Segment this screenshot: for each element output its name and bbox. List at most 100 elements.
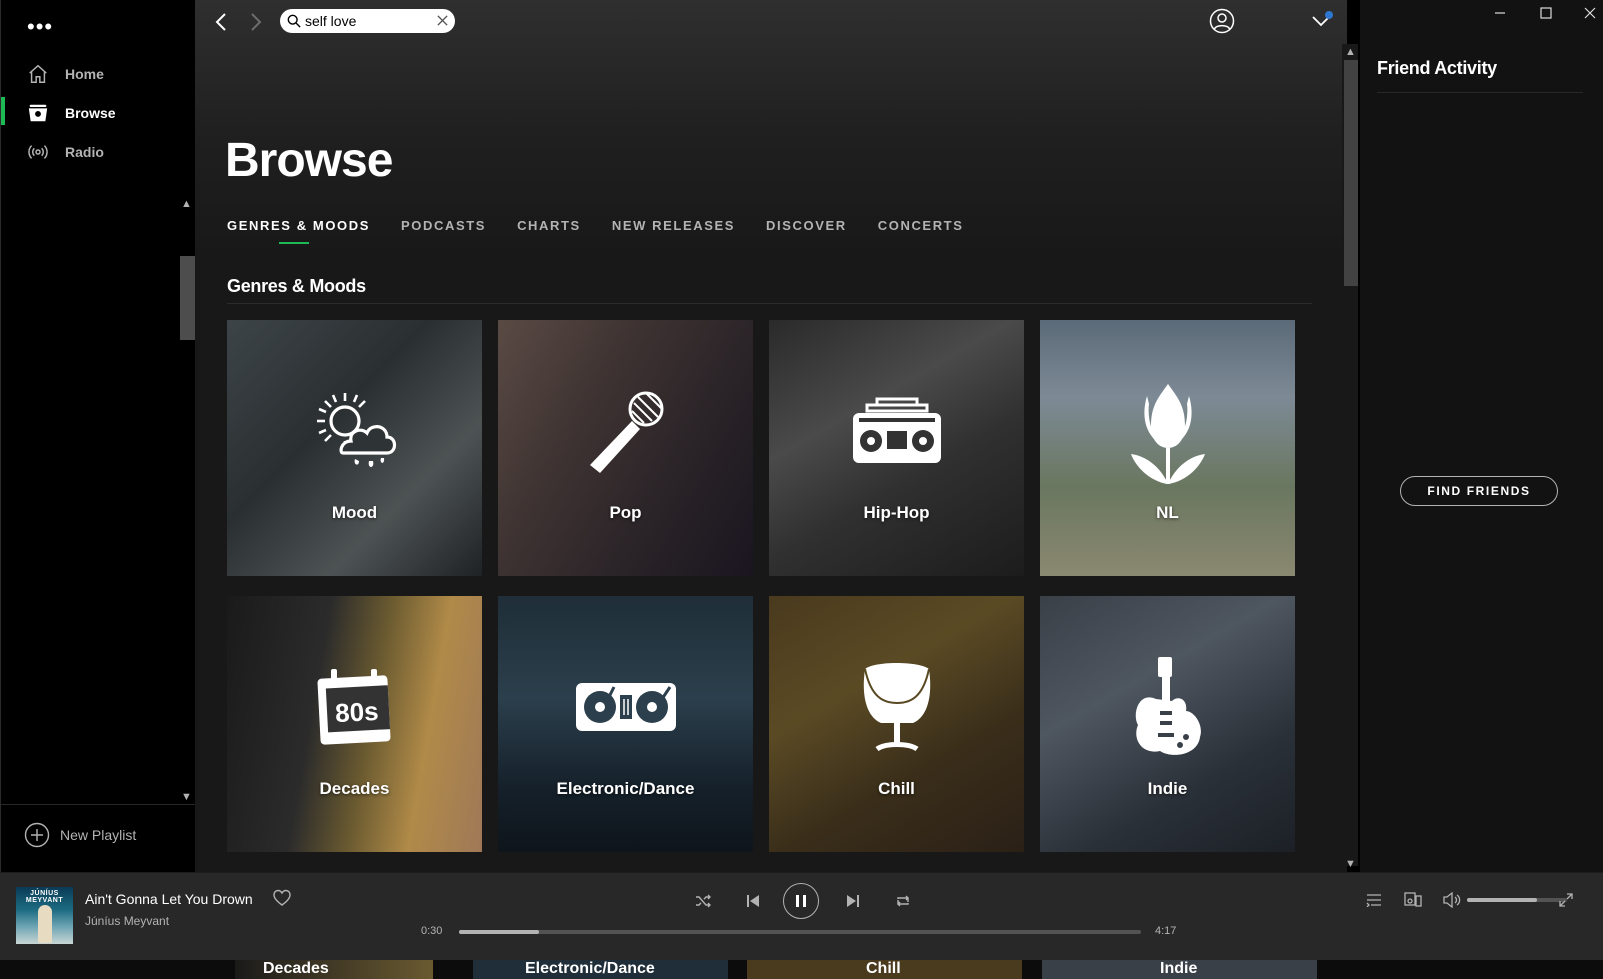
main-scrollbar-thumb[interactable] <box>1344 60 1358 286</box>
tulip-icon <box>1040 376 1295 486</box>
genre-tile-chill[interactable]: Chill <box>769 596 1024 852</box>
genre-tile-indie[interactable]: Indie <box>1040 596 1295 852</box>
genre-tile-label: Chill <box>878 779 915 798</box>
album-band-text: JÚNÍUS MEYVANT <box>25 890 64 904</box>
queue-icon[interactable] <box>1363 889 1385 911</box>
repeat-icon[interactable] <box>893 891 913 911</box>
friend-activity-panel: Friend Activity FIND FRIENDS <box>1360 0 1603 872</box>
progress-bar[interactable] <box>459 930 1141 934</box>
sidebar-item-radio[interactable]: Radio <box>1 134 196 170</box>
genre-tile-hip-hop[interactable]: Hip-Hop <box>769 320 1024 576</box>
browse-icon <box>26 101 50 125</box>
sidebar-item-label: Radio <box>65 144 104 160</box>
sidebar-item-label: Browse <box>65 105 116 121</box>
devices-icon[interactable] <box>1402 889 1424 911</box>
genre-tile-label: Decades <box>319 779 390 798</box>
genre-tile-electronic-dance[interactable]: Electronic/Dance <box>498 596 753 852</box>
sidebar-item-home[interactable]: Home <box>1 56 196 92</box>
peek-label: Decades <box>263 960 329 977</box>
tab-genres-moods[interactable]: GENRES & MOODS <box>227 218 370 244</box>
genre-tile-label: Hip-Hop <box>863 503 930 522</box>
new-playlist-button[interactable]: New Playlist <box>1 804 196 865</box>
search-bar[interactable] <box>280 9 455 33</box>
user-icon[interactable] <box>1209 8 1235 34</box>
genre-tile-label: Pop <box>609 503 642 522</box>
calendar-80s-icon: 80s <box>227 652 482 762</box>
scroll-down-icon[interactable]: ▼ <box>181 791 192 803</box>
weather-icon <box>227 376 482 486</box>
genre-tile-label: Electronic/Dance <box>556 779 695 798</box>
tab-concerts[interactable]: CONCERTS <box>878 218 964 233</box>
minimize-icon[interactable] <box>1484 4 1516 22</box>
maximize-icon[interactable] <box>1530 4 1562 22</box>
genre-tile-pop[interactable]: Pop <box>498 320 753 576</box>
tab-discover[interactable]: DISCOVER <box>766 218 847 233</box>
close-icon[interactable] <box>1574 4 1603 22</box>
new-playlist-label: New Playlist <box>60 827 137 843</box>
browse-tabs: GENRES & MOODS PODCASTS CHARTS NEW RELEA… <box>227 218 995 244</box>
egg-chair-icon <box>769 652 1024 762</box>
tab-charts[interactable]: CHARTS <box>517 218 581 233</box>
scroll-up-icon[interactable]: ▲ <box>181 198 192 210</box>
peek-label: Indie <box>1160 960 1198 977</box>
home-icon <box>26 62 50 86</box>
track-title[interactable]: Ain't Gonna Let You Drown <box>85 891 253 907</box>
chevron-left-icon[interactable] <box>210 10 234 34</box>
find-friends-button[interactable]: FIND FRIENDS <box>1400 476 1558 506</box>
bottom-peek-strip: Decades Electronic/Dance Chill Indie <box>0 960 1603 979</box>
volume-slider[interactable] <box>1467 898 1567 902</box>
more-dots-icon[interactable]: ••• <box>27 14 53 40</box>
active-indicator <box>1 97 5 125</box>
now-playing-bar: JÚNÍUS MEYVANT Ain't Gonna Let You Drown… <box>0 872 1603 961</box>
progress-fill <box>459 930 539 934</box>
radio-icon <box>26 140 50 164</box>
guitar-icon <box>1040 652 1295 762</box>
tab-podcasts[interactable]: PODCASTS <box>401 218 486 233</box>
notification-dot <box>1325 11 1333 19</box>
pause-icon <box>796 895 806 907</box>
scroll-up-icon[interactable]: ▲ <box>1345 46 1356 58</box>
boombox-icon <box>769 376 1024 486</box>
album-art[interactable]: JÚNÍUS MEYVANT <box>16 887 73 944</box>
album-figure <box>38 905 52 943</box>
scroll-down-icon[interactable]: ▼ <box>1345 858 1356 870</box>
friend-activity-title: Friend Activity <box>1377 58 1497 78</box>
duration-time: 4:17 <box>1155 925 1177 937</box>
sidebar: ••• Home Browse Radio ▲ ▼ New Playlist <box>0 0 196 872</box>
elapsed-time: 0:30 <box>421 925 443 937</box>
volume-fill <box>1467 898 1537 902</box>
artist-name[interactable]: Júníus Meyvant <box>85 914 169 928</box>
search-icon <box>287 14 301 28</box>
next-icon[interactable] <box>843 891 863 911</box>
search-input[interactable] <box>305 13 425 29</box>
sidebar-item-label: Home <box>65 66 104 82</box>
peek-label: Electronic/Dance <box>525 960 655 977</box>
peek-label: Chill <box>866 960 901 977</box>
shuffle-icon[interactable] <box>693 891 713 911</box>
turntables-icon <box>498 652 753 762</box>
chevron-right-icon[interactable] <box>243 10 267 34</box>
genre-tile-mood[interactable]: Mood <box>227 320 482 576</box>
section-title: Genres & Moods <box>227 276 366 296</box>
genre-tile-nl[interactable]: NL <box>1040 320 1295 576</box>
divider <box>227 303 1312 304</box>
sidebar-scrollbar[interactable] <box>180 256 195 340</box>
volume-icon[interactable] <box>1441 889 1463 911</box>
previous-icon[interactable] <box>743 891 763 911</box>
microphone-icon <box>498 376 753 486</box>
close-icon[interactable] <box>436 14 449 27</box>
main-content: Browse GENRES & MOODS PODCASTS CHARTS NE… <box>195 0 1347 872</box>
fullscreen-icon[interactable] <box>1555 889 1577 911</box>
divider <box>1377 92 1583 93</box>
genre-tile-decades[interactable]: 80s Decades <box>227 596 482 852</box>
genre-tile-label: NL <box>1156 503 1179 522</box>
calendar-80s-text: 80s <box>334 696 379 728</box>
page-title: Browse <box>225 134 393 187</box>
genre-tile-label: Indie <box>1147 779 1188 798</box>
heart-icon[interactable] <box>273 889 291 907</box>
genre-tile-label: Mood <box>331 503 378 522</box>
tab-new-releases[interactable]: NEW RELEASES <box>612 218 735 233</box>
plus-circle-icon <box>24 822 50 848</box>
sidebar-item-browse[interactable]: Browse <box>1 95 196 131</box>
pause-button[interactable] <box>783 883 819 919</box>
